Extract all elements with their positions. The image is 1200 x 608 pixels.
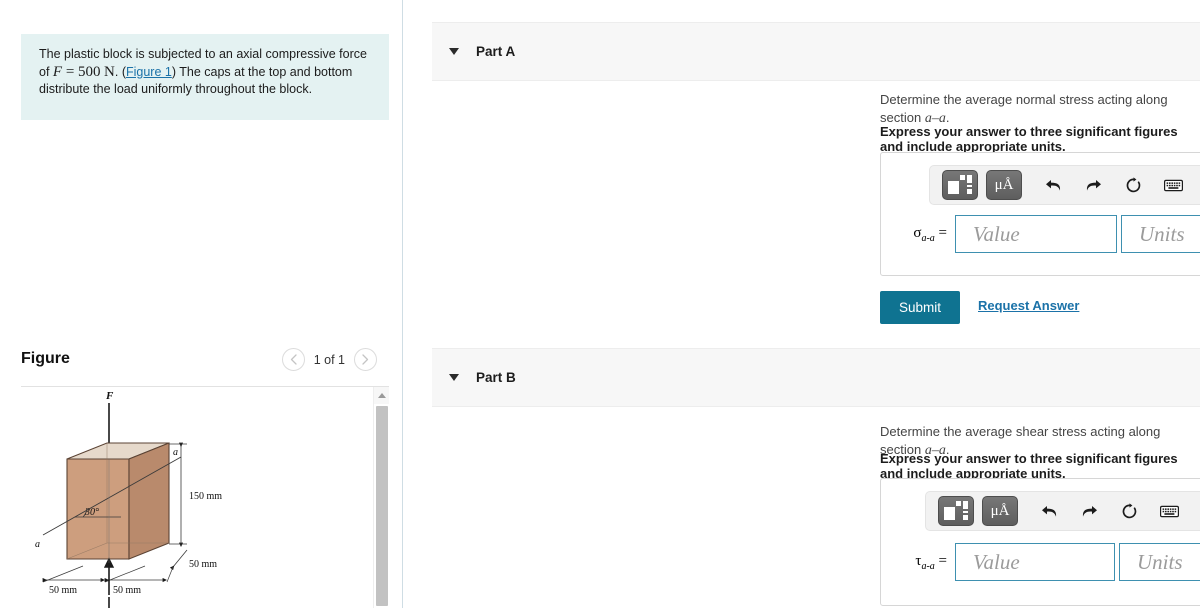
dimension-width-right-label: 50 mm bbox=[113, 585, 141, 596]
units-button-label: μÅ bbox=[990, 502, 1010, 519]
units-button[interactable]: μÅ bbox=[986, 170, 1022, 200]
part-b-label: Part B bbox=[476, 370, 516, 385]
force-unit: N bbox=[104, 63, 115, 80]
left-panel: The plastic block is subjected to an axi… bbox=[0, 0, 403, 608]
units-button[interactable]: μÅ bbox=[982, 496, 1018, 526]
page-root: The plastic block is subjected to an axi… bbox=[0, 0, 1200, 608]
force-value: 500 bbox=[78, 63, 101, 80]
part-a-answer-symbol: σa-a = bbox=[881, 225, 955, 244]
part-a-value-input[interactable]: Value bbox=[955, 215, 1117, 253]
figure-counter: 1 of 1 bbox=[313, 352, 345, 367]
figure-scrollbar[interactable] bbox=[373, 387, 389, 608]
scroll-up-arrow-icon[interactable] bbox=[374, 387, 389, 404]
figure-next-button[interactable] bbox=[354, 348, 377, 371]
chevron-down-icon[interactable] bbox=[449, 48, 459, 55]
tau-subscript: a-a bbox=[921, 560, 935, 572]
dimension-width-left-label: 50 mm bbox=[49, 585, 77, 596]
answer-equals-sign: = bbox=[938, 552, 947, 569]
part-b-value-placeholder: Value bbox=[973, 549, 1020, 574]
part-b-value-input[interactable]: Value bbox=[955, 543, 1115, 581]
block-diagram: F a a 30° 150 mm 50 mm 50 mm 50 mm bbox=[35, 390, 222, 608]
part-b-math-toolbar: μÅ bbox=[925, 491, 1200, 531]
part-a-answer-row: σa-a = Value Units bbox=[881, 215, 1200, 253]
figure-prev-button[interactable] bbox=[281, 348, 305, 371]
figure-title: Figure bbox=[21, 350, 70, 367]
undo-icon[interactable] bbox=[1034, 496, 1064, 526]
part-a-header[interactable]: Part A bbox=[432, 22, 1200, 81]
section-label-a-top: a bbox=[173, 447, 178, 458]
sigma-subscript: a-a bbox=[921, 232, 935, 244]
part-a-label: Part A bbox=[476, 44, 516, 59]
figure-header: Figure 1 of 1 bbox=[21, 348, 389, 380]
figure-navigation: 1 of 1 bbox=[281, 348, 377, 371]
units-button-label: μÅ bbox=[994, 176, 1014, 193]
figure-panel: F a a 30° 150 mm 50 mm 50 mm 50 mm bbox=[21, 386, 389, 608]
part-a-question: Determine the average normal stress acti… bbox=[880, 91, 1200, 128]
submit-button[interactable]: Submit bbox=[880, 291, 960, 324]
undo-icon[interactable] bbox=[1038, 170, 1068, 200]
keyboard-icon[interactable] bbox=[1154, 496, 1184, 526]
part-a-question-suffix: . bbox=[945, 110, 950, 125]
force-symbol: F bbox=[52, 63, 63, 80]
answer-equals-sign: = bbox=[938, 224, 947, 241]
keyboard-icon[interactable] bbox=[1158, 170, 1188, 200]
part-a-value-placeholder: Value bbox=[973, 221, 1020, 246]
part-a-instruction: Express your answer to three significant… bbox=[880, 124, 1178, 154]
part-b-answer-box: μÅ τa-a = Value Units bbox=[880, 478, 1200, 606]
chevron-right-icon bbox=[362, 354, 369, 365]
part-b-instruction: Express your answer to three significant… bbox=[880, 451, 1178, 481]
right-panel: Part A Determine the average normal stre… bbox=[404, 0, 1200, 608]
request-answer-link[interactable]: Request Answer bbox=[978, 298, 1079, 313]
angle-label-30: 30° bbox=[84, 507, 99, 518]
part-b-header[interactable]: Part B bbox=[432, 348, 1200, 407]
part-b-answer-row: τa-a = Value Units bbox=[881, 543, 1200, 581]
figure-1-link[interactable]: Figure 1 bbox=[126, 65, 172, 79]
section-label-a-bottom: a bbox=[35, 539, 40, 550]
part-a-answer-box: μÅ σa-a = Value Units bbox=[880, 152, 1200, 276]
part-a-units-placeholder: Units bbox=[1139, 221, 1185, 246]
force-label-f: F bbox=[105, 390, 114, 402]
math-template-icon[interactable] bbox=[942, 170, 978, 200]
reset-icon[interactable] bbox=[1114, 496, 1144, 526]
force-equals: = bbox=[62, 63, 79, 80]
chevron-left-icon bbox=[290, 354, 297, 365]
part-b-answer-symbol: τa-a = bbox=[881, 553, 955, 572]
part-a-question-prefix: Determine the average normal stress acti… bbox=[880, 92, 1168, 125]
problem-text-after-unit: . ( bbox=[114, 64, 126, 79]
problem-statement-box: The plastic block is subjected to an axi… bbox=[21, 34, 389, 120]
reset-icon[interactable] bbox=[1118, 170, 1148, 200]
part-b-units-placeholder: Units bbox=[1137, 549, 1183, 574]
scrollbar-thumb[interactable] bbox=[376, 406, 388, 606]
redo-icon[interactable] bbox=[1074, 496, 1104, 526]
redo-icon[interactable] bbox=[1078, 170, 1108, 200]
chevron-down-icon[interactable] bbox=[449, 374, 459, 381]
dimension-height-label: 150 mm bbox=[189, 491, 222, 502]
part-a-units-input[interactable]: Units bbox=[1121, 215, 1200, 253]
math-template-icon[interactable] bbox=[938, 496, 974, 526]
part-a-math-toolbar: μÅ bbox=[929, 165, 1200, 205]
part-b-units-input[interactable]: Units bbox=[1119, 543, 1200, 581]
dimension-depth-label: 50 mm bbox=[189, 559, 217, 570]
help-icon[interactable]: ? bbox=[1194, 496, 1200, 526]
problem-statement-text: The plastic block is subjected to an axi… bbox=[39, 46, 371, 99]
